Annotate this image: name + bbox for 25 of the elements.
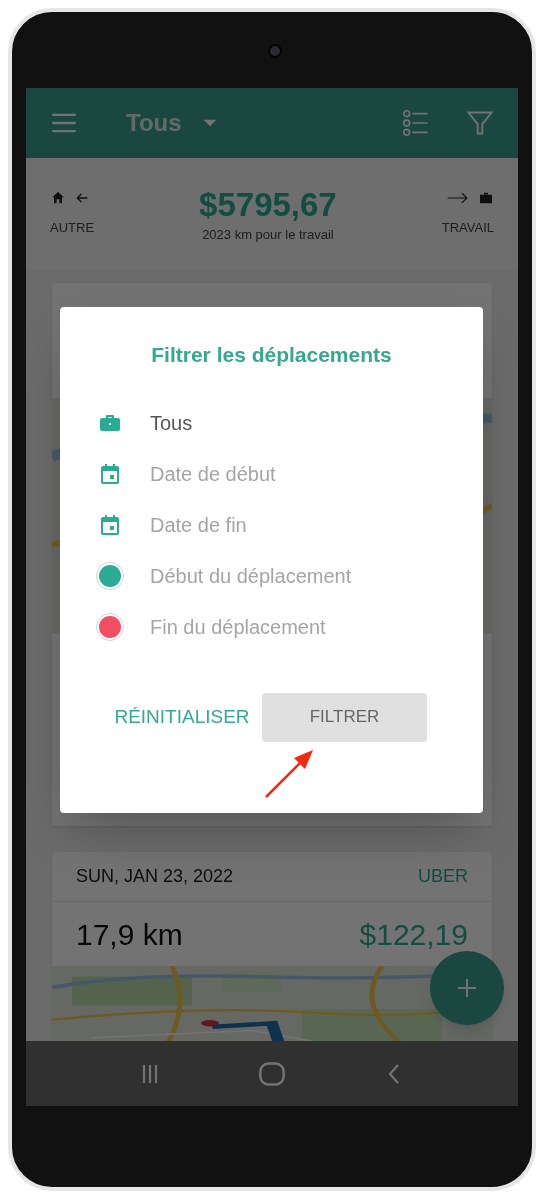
trip-distance: 17,9 km — [76, 916, 183, 953]
total-amount: $5795,67 — [199, 184, 337, 225]
trip-amount: $122,19 — [359, 916, 468, 953]
camera-icon — [268, 44, 282, 58]
filter-option[interactable]: Date de fin — [150, 509, 247, 540]
plus-icon — [455, 976, 479, 1000]
calendar-icon — [98, 461, 122, 486]
filter-option[interactable]: Tous — [150, 407, 193, 438]
filter-option[interactable]: Début du déplacement — [150, 560, 352, 591]
filter-option[interactable]: Fin du déplacement — [150, 611, 326, 642]
home-button-icon[interactable] — [258, 1059, 286, 1088]
filter-option[interactable]: Date de début — [150, 458, 276, 489]
trip-date: SUN, JAN 23, 2022 — [76, 865, 234, 888]
calendar-icon — [98, 512, 122, 537]
reset-button[interactable]: RÉINITIALISER — [114, 704, 250, 730]
filter-icon[interactable] — [466, 109, 494, 137]
travail-label: TRAVAIL — [441, 219, 494, 238]
pointer-arrow — [263, 748, 315, 800]
trip-service: UBER — [418, 865, 468, 888]
distance-subtitle: 2023 km pour le travail — [202, 225, 334, 244]
list-icon[interactable] — [402, 109, 430, 137]
autre-label: AUTRE — [50, 219, 95, 238]
filter-button[interactable]: FILTRER — [262, 692, 427, 742]
dialog-title: Filtrer les déplacements — [151, 342, 392, 368]
app-bar-title[interactable]: Tous — [126, 105, 182, 141]
